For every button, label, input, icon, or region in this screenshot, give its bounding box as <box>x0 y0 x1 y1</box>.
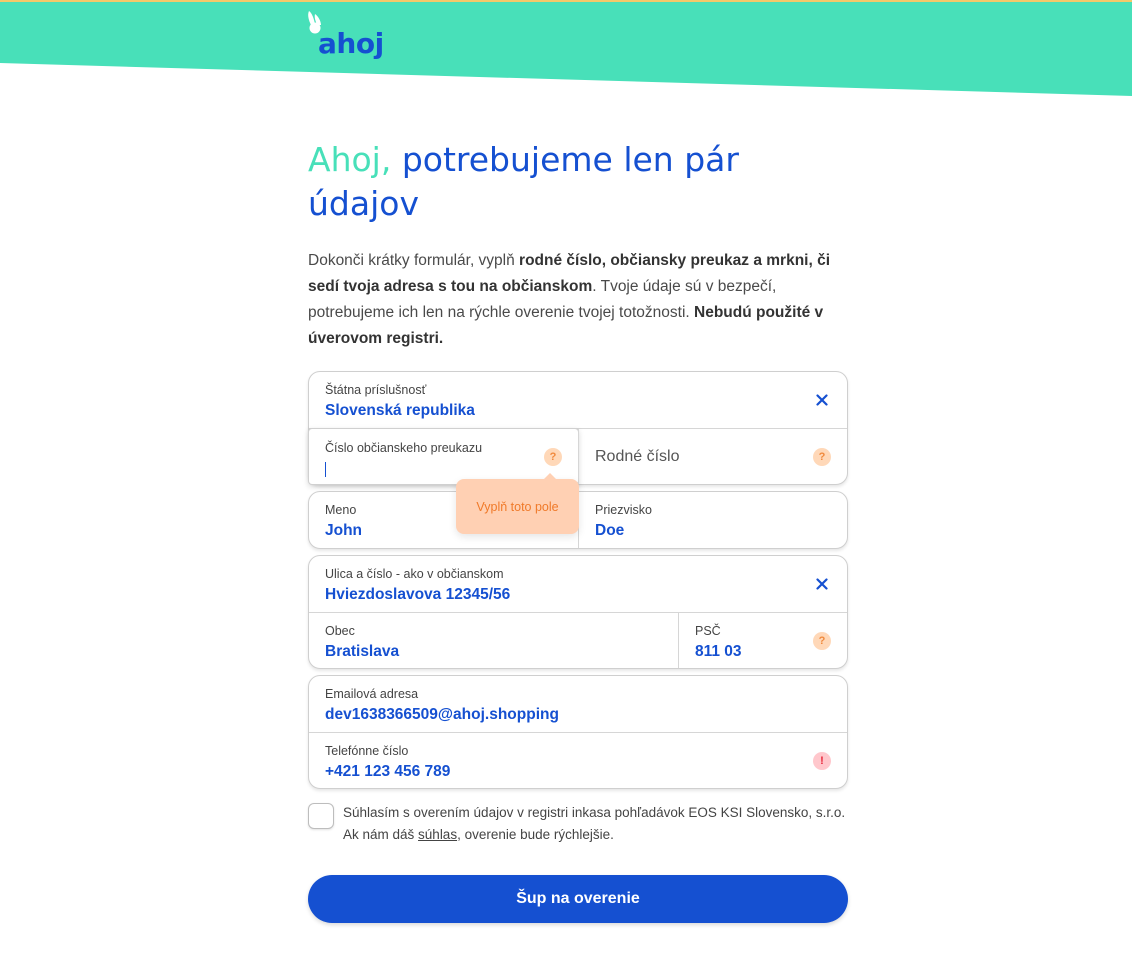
consent-row: Súhlasím s overením údajov v registri in… <box>308 802 848 846</box>
city-field[interactable]: Obec Bratislava <box>309 613 678 668</box>
consent-text-after: , overenie bude rýchlejšie. <box>457 827 614 842</box>
intro-text: Dokonči krátky formulár, vyplň rodné čís… <box>308 248 848 352</box>
nationality-row: Štátna príslušnosť Slovenská republika <box>309 372 847 428</box>
phone-row: Telefónne číslo +421 123 456 789 ! <box>309 732 847 788</box>
close-icon[interactable] <box>811 389 833 411</box>
ahoj-logo[interactable]: ahoj <box>306 10 384 58</box>
last-name-label: Priezvisko <box>595 503 652 517</box>
tooltip-text: Vyplň toto pole <box>476 499 559 514</box>
consent-checkbox[interactable] <box>308 803 334 829</box>
help-icon[interactable]: ? <box>544 447 562 466</box>
nationality-value: Slovenská republika <box>325 402 475 419</box>
help-icon[interactable]: ? <box>813 631 831 650</box>
intro-part-1: Dokonči krátky formulár, vyplň <box>308 252 520 269</box>
page-title: Ahoj, potrebujeme len pár údajov <box>308 138 848 226</box>
street-value: Hviezdoslavova 12345/56 <box>325 586 511 603</box>
address-group: Ulica a číslo - ako v občianskom Hviezdo… <box>308 555 848 669</box>
header-wave <box>0 2 1132 96</box>
city-value: Bratislava <box>325 643 400 660</box>
last-name-value: Doe <box>595 522 625 539</box>
help-icon[interactable]: ? <box>813 447 831 466</box>
consent-link[interactable]: súhlas <box>418 827 457 842</box>
nationality-label: Štátna príslušnosť <box>325 383 427 397</box>
contact-group: Emailová adresa dev1638366509@ahoj.shopp… <box>308 675 848 789</box>
zip-value: 811 03 <box>695 643 742 660</box>
phone-field[interactable]: Telefónne číslo +421 123 456 789 ! <box>309 733 847 788</box>
email-label: Emailová adresa <box>325 687 419 701</box>
city-label: Obec <box>325 624 355 638</box>
submit-button[interactable]: Šup na overenie <box>308 875 848 923</box>
street-row: Ulica a číslo - ako v občianskom Hviezdo… <box>309 556 847 612</box>
last-name-field[interactable]: Priezvisko Doe <box>578 492 847 548</box>
close-icon[interactable] <box>811 573 833 595</box>
id-card-field[interactable]: Číslo občianskeho preukazu ? <box>308 428 579 485</box>
error-icon: ! <box>813 751 831 770</box>
city-row: Obec Bratislava PSČ 811 03 ? <box>309 612 847 668</box>
street-label: Ulica a číslo - ako v občianskom <box>325 567 504 581</box>
id-row: Číslo občianskeho preukazu ? Rodné číslo… <box>308 428 847 485</box>
nationality-field[interactable]: Štátna príslušnosť Slovenská republika <box>309 372 847 428</box>
bunny-ears-icon <box>308 11 321 34</box>
zip-field[interactable]: PSČ 811 03 ? <box>678 613 847 668</box>
id-card-label: Číslo občianskeho preukazu <box>325 441 483 455</box>
logo-wordmark: ahoj <box>318 27 384 60</box>
consent-text: Súhlasím s overením údajov v registri in… <box>343 802 848 846</box>
email-field[interactable]: Emailová adresa dev1638366509@ahoj.shopp… <box>309 676 847 732</box>
text-caret <box>325 462 326 477</box>
field-required-tooltip: Vyplň toto pole <box>456 473 579 534</box>
phone-value: +421 123 456 789 <box>325 763 451 780</box>
phone-label: Telefónne číslo <box>325 744 409 758</box>
id-card-cell: Číslo občianskeho preukazu ? <box>308 428 579 485</box>
birth-number-field[interactable]: Rodné číslo ? <box>578 429 847 484</box>
birth-number-placeholder: Rodné číslo <box>595 448 680 465</box>
email-value: dev1638366509@ahoj.shopping <box>325 706 559 723</box>
zip-label: PSČ <box>695 624 721 638</box>
email-row: Emailová adresa dev1638366509@ahoj.shopp… <box>309 676 847 732</box>
title-greeting: Ahoj, <box>308 140 392 179</box>
identity-group: Štátna príslušnosť Slovenská republika Č… <box>308 371 848 485</box>
street-field[interactable]: Ulica a číslo - ako v občianskom Hviezdo… <box>309 556 847 612</box>
